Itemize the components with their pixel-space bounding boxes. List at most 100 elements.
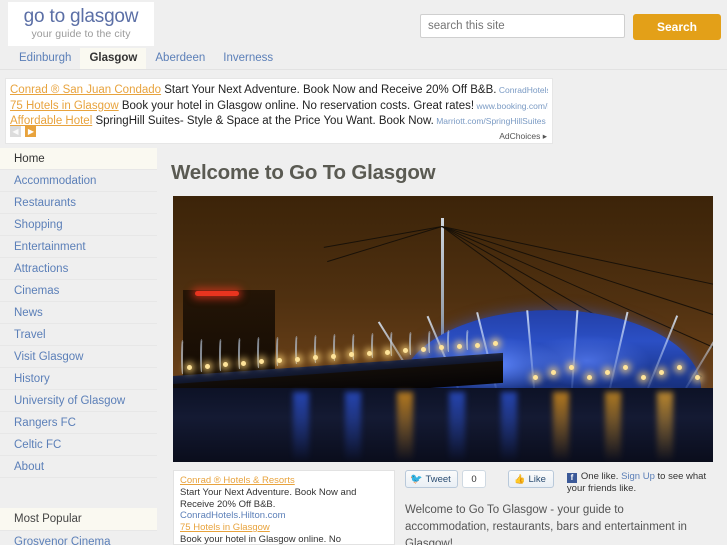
top-ad-row: Conrad ® San Juan Condado Start Your Nex…: [10, 81, 548, 97]
sidebar-item-history[interactable]: History: [0, 368, 157, 390]
facebook-signup-link[interactable]: Sign Up: [621, 471, 655, 482]
search-input[interactable]: [420, 14, 625, 38]
sidebar-item-accommodation[interactable]: Accommodation: [0, 170, 157, 192]
bottom-ad-block: Conrad ® Hotels & Resorts Start Your Next…: [173, 470, 395, 545]
sidebar-item-cinemas[interactable]: Cinemas: [0, 280, 157, 302]
lamp-light: [605, 370, 610, 375]
hero-water: [173, 388, 713, 462]
top-ad-url[interactable]: www.booking.com/Hotels-...: [474, 101, 548, 111]
city-tab-edinburgh[interactable]: Edinburgh: [10, 48, 80, 69]
logo-main-text: go to glasgow: [23, 6, 139, 27]
sidebar-item-university-of-glasgow[interactable]: University of Glasgow: [0, 390, 157, 412]
canopy-arch: [200, 339, 203, 373]
sidebar-item-visit-glasgow[interactable]: Visit Glasgow: [0, 346, 157, 368]
canopy-arch: [219, 338, 222, 371]
tweet-count[interactable]: 0: [461, 470, 487, 488]
sidebar-item-restaurants[interactable]: Restaurants: [0, 192, 157, 214]
canopy-arch: [181, 340, 184, 374]
logo-tagline: your guide to the city: [31, 28, 131, 40]
canopy-arch: [428, 330, 431, 354]
search-form: Search: [420, 14, 721, 40]
sidebar-item-rangers-fc[interactable]: Rangers FC: [0, 412, 157, 434]
lamp-light: [277, 358, 282, 363]
bottom-ad-description: Start Your Next Adventure. Book Now and …: [180, 487, 357, 510]
sidebar-item-celtic-fc[interactable]: Celtic FC: [0, 434, 157, 456]
water-reflection: [657, 392, 673, 462]
adchoices-label: AdChoices: [499, 131, 541, 141]
lamp-light: [205, 363, 210, 369]
site-header: go to glasgow your guide to the city Sea…: [0, 0, 727, 48]
lamp-light: [457, 344, 462, 349]
ad-next-icon[interactable]: ▶: [25, 126, 37, 138]
facebook-like-button[interactable]: 👍 Like: [508, 470, 554, 488]
top-ad-url[interactable]: Marriott.com/SpringHillSuites: [434, 116, 546, 126]
water-reflection: [553, 392, 569, 462]
lamp-light: [569, 365, 574, 370]
ad-prev-icon[interactable]: ◀: [10, 126, 21, 138]
lamp-light: [295, 356, 300, 362]
twitter-bird-icon: 🐦: [410, 473, 423, 485]
lamp-light: [241, 360, 246, 366]
adchoices-link[interactable]: AdChoices ▸: [499, 131, 547, 142]
tweet-label: Tweet: [425, 473, 451, 485]
facebook-icon: f: [566, 473, 577, 483]
city-tab-inverness[interactable]: Inverness: [214, 48, 282, 69]
sidebar-nav: Home Accommodation Restaurants Shopping Ente…: [0, 148, 157, 545]
tweet-button[interactable]: 🐦 Tweet: [405, 470, 458, 488]
lamp-light: [367, 351, 372, 356]
top-ad-title[interactable]: 75 Hotels in Glasgow: [10, 100, 119, 112]
sidebar-item-news[interactable]: News: [0, 302, 157, 324]
water-reflection: [397, 392, 413, 462]
top-ad-title[interactable]: Conrad ® San Juan Condado: [10, 84, 161, 96]
water-reflection: [293, 392, 309, 462]
sidebar-item-home[interactable]: Home: [0, 148, 157, 170]
lamp-light: [475, 342, 480, 348]
most-popular-heading: Most Popular: [0, 508, 157, 531]
like-label: Like: [528, 473, 546, 485]
canopy-arch: [466, 329, 469, 350]
top-ad-url[interactable]: ConradHotels.Hilton..: [496, 85, 548, 95]
water-reflection: [605, 392, 621, 462]
social-section: 🐦 Tweet 0 👍 Like f One like. Sign Up to s…: [405, 470, 715, 545]
lamp-light: [533, 375, 538, 380]
lamp-light: [385, 349, 390, 355]
bottom-ad-title[interactable]: Conrad ® Hotels & Resorts: [180, 475, 388, 487]
top-ad-row: 75 Hotels in Glasgow Book your hotel in …: [10, 97, 548, 113]
sidebar-item-entertainment[interactable]: Entertainment: [0, 236, 157, 258]
sidebar-item-shopping[interactable]: Shopping: [0, 214, 157, 236]
lamp-light: [551, 370, 556, 375]
ad-pager: ◀ ▶: [10, 123, 37, 141]
sidebar-item-travel[interactable]: Travel: [0, 324, 157, 346]
lamp-light: [623, 365, 628, 370]
hero-image: [173, 196, 713, 462]
city-tab-bar: Edinburgh Glasgow Aberdeen Inverness: [0, 48, 727, 70]
city-tab-glasgow[interactable]: Glasgow: [80, 48, 147, 69]
lamp-light: [677, 365, 682, 370]
lamp-light: [587, 375, 592, 380]
bottom-ad-title[interactable]: 75 Hotels in Glasgow: [180, 522, 388, 534]
main-content: Welcome to Go To Glasgow Conrad ® Hotels…: [157, 148, 727, 545]
sidebar-item-about[interactable]: About: [0, 456, 157, 478]
adchoices-icon: ▸: [542, 131, 547, 141]
armadillo-rib: [609, 311, 629, 389]
lamp-light: [421, 346, 426, 352]
water-reflection: [449, 392, 465, 462]
water-reflection: [345, 392, 361, 462]
site-logo[interactable]: go to glasgow your guide to the city: [8, 2, 154, 46]
search-button[interactable]: Search: [633, 14, 721, 40]
top-ad-row: Affordable Hotel SpringHill Suites- Styl…: [10, 112, 548, 128]
page-title: Welcome to Go To Glasgow: [171, 161, 436, 184]
city-tab-aberdeen[interactable]: Aberdeen: [146, 48, 214, 69]
canopy-arch: [390, 332, 393, 357]
bottom-ad-url[interactable]: ConradHotels.Hilton.com: [180, 510, 388, 522]
welcome-paragraph: Welcome to Go To Glasgow - your guide to…: [405, 504, 687, 545]
thumbs-up-icon: 👍: [514, 473, 526, 484]
lamp-light: [695, 375, 700, 380]
top-ad-block: Conrad ® San Juan Condado Start Your Nex…: [5, 78, 553, 144]
sidebar-item-attractions[interactable]: Attractions: [0, 258, 157, 280]
top-ad-description: Book your hotel in Glasgow online. No re…: [118, 99, 475, 112]
lamp-light: [331, 353, 336, 359]
lamp-light: [187, 365, 192, 370]
most-popular-item[interactable]: Grosvenor Cinema: [0, 531, 157, 545]
social-buttons: 🐦 Tweet 0 👍 Like f One like. Sign Up to s…: [405, 470, 715, 494]
